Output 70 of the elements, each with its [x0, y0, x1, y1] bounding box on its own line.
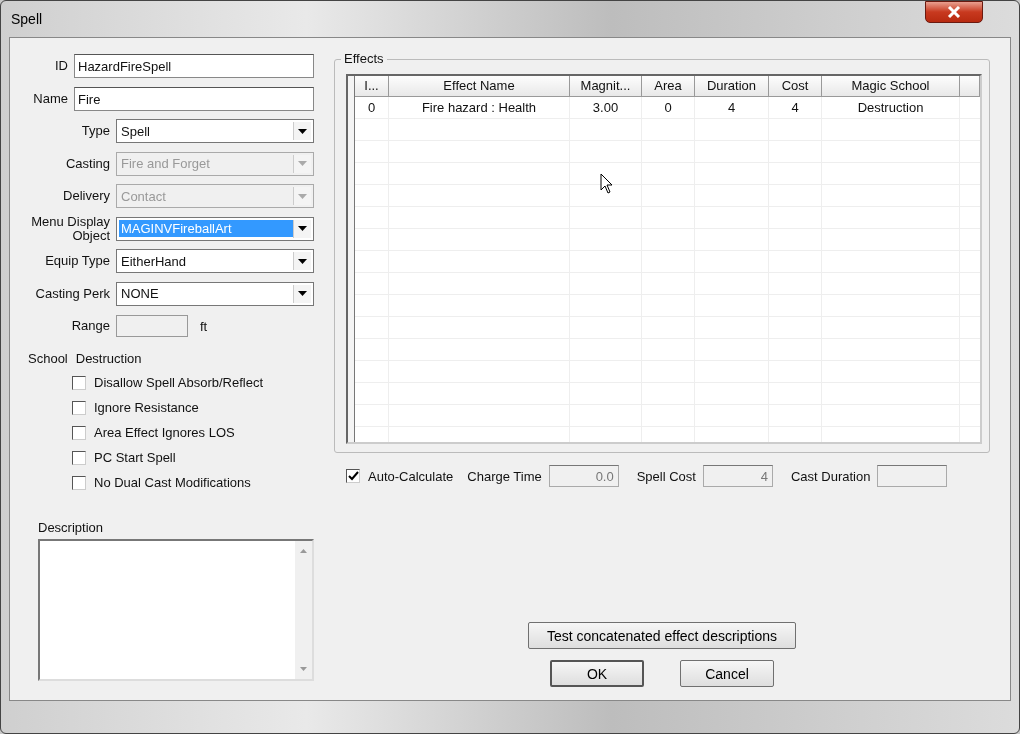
dropdown-arrow-icon — [298, 291, 307, 296]
dialog-button[interactable]: OK — [550, 660, 644, 687]
checkbox-label: No Dual Cast Modifications — [94, 475, 251, 490]
table-cell: 3.00 — [570, 97, 642, 118]
column-header[interactable]: Duration — [695, 76, 769, 96]
column-header[interactable]: Magic School — [822, 76, 960, 96]
dropdown-arrow-icon — [298, 226, 307, 231]
read-only-field[interactable] — [877, 465, 948, 487]
mouse-pointer-icon — [600, 173, 614, 195]
field-label: Menu Display Object — [30, 214, 111, 243]
description-field[interactable] — [38, 538, 314, 681]
dropdown-arrow-icon — [298, 128, 307, 134]
checkbox[interactable] — [72, 450, 86, 465]
description-label: Description — [38, 519, 105, 535]
table-cell: 0 — [642, 97, 695, 118]
field-label: ID — [54, 59, 69, 73]
school-value: Destruction — [75, 350, 142, 366]
scroll-up-icon — [300, 548, 307, 553]
checkbox[interactable] — [72, 475, 86, 490]
checkbox-label: Disallow Spell Absorb/Reflect — [94, 375, 264, 390]
checkbox[interactable] — [72, 375, 86, 390]
test-descriptions-button[interactable]: Test concatenated effect descriptions — [527, 622, 797, 649]
dropdown[interactable]: Spell — [116, 119, 314, 143]
checkbox-label: Area Effect Ignores LOS — [94, 425, 235, 440]
table-cell: 4 — [769, 97, 822, 118]
table-cell: 0 — [355, 97, 389, 118]
close-button[interactable] — [925, 1, 983, 23]
field-label: Spell Cost — [636, 468, 696, 484]
checkbox-label: Ignore Resistance — [94, 400, 199, 415]
read-only-field[interactable]: 4 — [702, 465, 773, 487]
close-icon — [947, 6, 961, 18]
effects-table[interactable]: I... Effect Name Magnit... Area Duration Cost Magic School 0 Fire hazard : Health 3.00 0 4 4 Destruction — [346, 74, 982, 444]
text-field[interactable]: Fire — [74, 86, 314, 111]
table-cell: Fire hazard : Health — [389, 97, 570, 118]
scroll-down-icon — [300, 666, 307, 671]
read-only-field[interactable]: 0.0 — [548, 465, 619, 487]
group-title: Effects — [341, 51, 387, 66]
field-label: Type — [80, 124, 111, 138]
column-header[interactable]: I... — [355, 76, 389, 96]
column-header[interactable]: Cost — [769, 76, 822, 96]
dropdown-arrow-icon — [298, 258, 307, 264]
scrollbar[interactable] — [295, 540, 312, 679]
field-label: Casting — [64, 156, 111, 171]
text-field[interactable]: HazardFireSpell — [74, 54, 314, 78]
column-header[interactable] — [960, 76, 980, 96]
field-label: Cast Duration — [790, 468, 871, 484]
unit-label: ft — [200, 318, 208, 334]
field-label: Name — [32, 91, 69, 106]
checkbox-label: PC Start Spell — [94, 450, 176, 465]
table-cell: 4 — [695, 97, 769, 118]
field-label: Delivery — [62, 189, 111, 203]
checkbox[interactable] — [72, 425, 86, 440]
checkbox-label: Auto-Calculate — [368, 468, 454, 484]
dialog-button[interactable]: Cancel — [680, 660, 774, 687]
dropdown-arrow-icon — [298, 193, 307, 199]
checkbox[interactable] — [72, 400, 86, 415]
table-cell: Destruction — [822, 97, 960, 118]
checkbox[interactable] — [346, 469, 360, 483]
column-header[interactable]: Magnit... — [570, 76, 642, 96]
dropdown[interactable]: NONE — [116, 281, 314, 306]
dropdown[interactable]: EitherHand — [116, 249, 314, 273]
field-label: Casting Perk — [34, 286, 111, 301]
dropdown-arrow-icon — [298, 161, 307, 166]
field-label: Equip Type — [44, 254, 111, 268]
field-label: Range — [70, 319, 111, 333]
column-header[interactable]: Effect Name — [389, 76, 570, 96]
field-label: Charge Time — [467, 468, 542, 484]
window-title: Spell — [11, 11, 43, 27]
school-label: School — [28, 350, 68, 366]
column-header[interactable]: Area — [642, 76, 695, 96]
